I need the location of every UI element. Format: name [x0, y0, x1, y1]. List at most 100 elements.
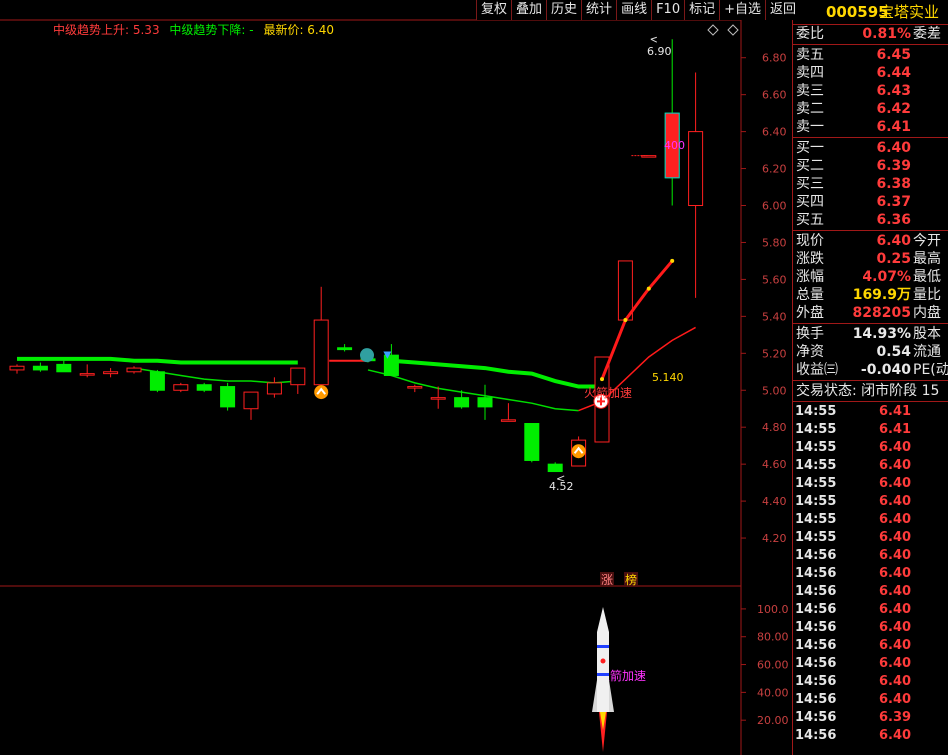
diamond-icons[interactable] [707, 24, 739, 36]
tick-row: 14:56 6.40 [793, 601, 948, 619]
history-button[interactable]: 历史 [546, 0, 582, 20]
statistics-button[interactable]: 统计 [581, 0, 617, 20]
candle-body [477, 397, 493, 408]
sell-level-row[interactable]: 卖四 6.44 [793, 64, 948, 82]
price-tick-label: 4.80 [762, 421, 787, 434]
price-tick-label: 5.00 [762, 384, 787, 397]
tick-time: 14:56 [795, 656, 837, 671]
sell-level-price: 6.44 [876, 65, 911, 81]
sell-orders: 卖五 6.45 卖四 6.44 卖三 6.43 卖二 6.42 卖一 6.41 [793, 46, 948, 136]
weicha-label: 委差 [913, 26, 941, 42]
tick-price: 6.40 [879, 512, 912, 527]
quote-value: 0.25 [876, 251, 911, 267]
quote-value: 6.40 [876, 233, 911, 249]
indicator-axis: 100.0 80.00 60.00 40.00 20.00 [741, 603, 789, 727]
restore-rights-button[interactable]: 复权 [476, 0, 512, 20]
stock-header[interactable]: 000595 宝塔实业 [793, 0, 948, 25]
tag-zhang[interactable]: 涨 [600, 572, 614, 587]
sell-level-label: 卖三 [796, 83, 824, 99]
tick-price: 6.40 [879, 458, 912, 473]
draw-line-button[interactable]: 画线 [616, 0, 652, 20]
tick-time: 14:55 [795, 476, 837, 491]
price-tick-label: 4.20 [762, 532, 787, 545]
buy-signal-icon [314, 385, 329, 400]
mark-button[interactable]: 标记 [684, 0, 720, 20]
tick-list[interactable]: 14:55 6.41 14:55 6.41 14:55 6.40 14:55 6.40 14:5… [793, 403, 948, 745]
ma-segment [367, 369, 579, 412]
trend-dot [600, 377, 604, 382]
weibi-label: 委比 [796, 26, 824, 42]
green-trend-segment [391, 358, 602, 389]
buy-level-price: 6.38 [876, 176, 911, 192]
tick-time: 14:55 [795, 458, 837, 473]
sell-level-row[interactable]: 卖二 6.42 [793, 100, 948, 118]
quote-right-label: 内盘 [913, 305, 941, 321]
price-tick-label: 6.00 [762, 200, 787, 213]
tick-time: 14:56 [795, 728, 837, 743]
tick-time: 14:55 [795, 530, 837, 545]
f10-button[interactable]: F10 [651, 0, 685, 20]
tick-row: 14:56 6.40 [793, 727, 948, 745]
tick-price: 6.41 [879, 404, 912, 419]
sell-level-row[interactable]: 卖三 6.43 [793, 82, 948, 100]
rocket-signal-label: 火箭加速 [584, 385, 632, 400]
buy-level-row[interactable]: 买一 6.40 [793, 139, 948, 157]
quote-group-1: 现价 6.40 今开 涨跌 0.25 最高 涨幅 4.07% 最低 总量 169.9万 量比 外盘 828… [793, 232, 948, 322]
candle-body [149, 371, 165, 391]
price-tick-label: 6.80 [762, 52, 787, 65]
add-watchlist-button[interactable]: +自选 [719, 0, 766, 20]
kline-chart[interactable]: 6.80 6.60 6.40 6.20 6.00 5.80 5.60 5.40 5.20 5.00… [0, 0, 792, 755]
buy-orders: 买一 6.40 买二 6.39 买三 6.38 买四 6.37 买五 6.36 [793, 139, 948, 229]
buy-level-row[interactable]: 买二 6.39 [793, 157, 948, 175]
quote-value: 169.9万 [852, 287, 911, 303]
red-trend-line [329, 258, 696, 412]
price-tick-label: 5.20 [762, 347, 787, 360]
tick-price: 6.40 [879, 692, 912, 707]
quote-row: 换手 14.93% 股本 [793, 325, 948, 343]
tick-row: 14:56 6.40 [793, 619, 948, 637]
back-button[interactable]: 返回 [765, 0, 801, 20]
tick-time: 14:56 [795, 710, 837, 725]
quote-value: 4.07% [862, 269, 911, 285]
buy-level-label: 买三 [796, 176, 824, 192]
candle-body [56, 363, 72, 373]
tag-zhang-text: 涨 [601, 572, 613, 587]
buy-level-row[interactable]: 买三 6.38 [793, 175, 948, 193]
candle-body [220, 386, 236, 408]
tick-time: 14:55 [795, 440, 837, 455]
tag-bang[interactable]: 榜 [624, 572, 638, 587]
tick-price: 6.40 [879, 440, 912, 455]
quote-right-label: 流通 [913, 344, 941, 360]
tick-price: 6.41 [879, 422, 912, 437]
weibi-value: 0.81% [862, 26, 911, 42]
candle-body [32, 365, 48, 371]
tick-time: 14:55 [795, 422, 837, 437]
buy-level-row[interactable]: 买五 6.36 [793, 211, 948, 229]
trend-dot [646, 286, 651, 291]
tick-price: 6.40 [879, 530, 912, 545]
candle-body [196, 384, 212, 391]
tick-row: 14:56 6.40 [793, 691, 948, 709]
sell-level-label: 卖四 [796, 65, 824, 81]
quote-label: 换手 [796, 326, 824, 342]
buy-level-row[interactable]: 买四 6.37 [793, 193, 948, 211]
quote-row: 总量 169.9万 量比 [793, 286, 948, 304]
sell-level-price: 6.45 [876, 47, 911, 63]
overlay-button[interactable]: 叠加 [511, 0, 547, 20]
tick-price: 6.40 [879, 620, 912, 635]
tick-row: 14:56 6.40 [793, 565, 948, 583]
legend-up: 中级趋势上升: 5.33 [53, 23, 160, 37]
tick-price: 6.40 [879, 584, 912, 599]
indicator-legend: 中级趋势上升: 5.33 中级趋势下降: - 最新价: 6.40 [53, 21, 340, 38]
sell-level-price: 6.42 [876, 101, 911, 117]
price-tick-label: 6.40 [762, 126, 787, 139]
tick-row: 14:55 6.41 [793, 403, 948, 421]
sell-level-price: 6.41 [876, 119, 911, 135]
quote-row: 涨跌 0.25 最高 [793, 250, 948, 268]
green-trend-segment [17, 356, 298, 365]
quote-panel: 000595 宝塔实业 委比 0.81% 委差 卖五 6.45 卖四 6.44 卖三 6.… [792, 0, 948, 755]
sell-level-row[interactable]: 卖五 6.45 [793, 46, 948, 64]
candle-body [688, 131, 704, 207]
tick-time: 14:55 [795, 404, 837, 419]
sell-level-row[interactable]: 卖一 6.41 [793, 118, 948, 136]
